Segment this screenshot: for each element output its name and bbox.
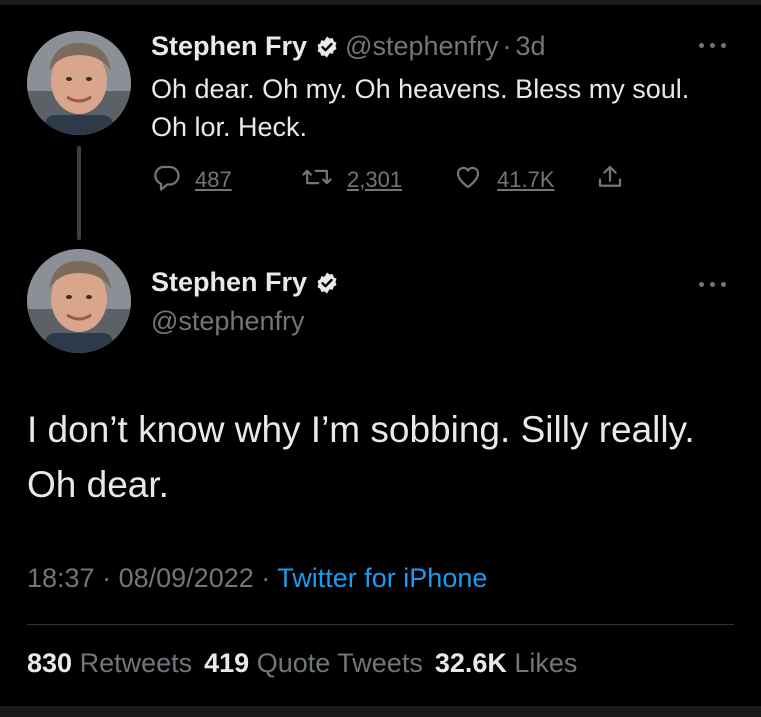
meta-separator: · <box>102 563 112 593</box>
top-edge <box>0 0 761 5</box>
parent-tweet-age[interactable]: 3d <box>516 31 546 61</box>
quote-total: 419 <box>204 648 250 678</box>
parent-handle[interactable]: @stephenfry <box>345 31 498 61</box>
tweet-time[interactable]: 18:37 <box>27 563 95 593</box>
likes-label: Likes <box>514 648 578 678</box>
reply-icon <box>151 162 181 198</box>
like-icon <box>453 162 483 198</box>
like-count: 41.7K <box>497 167 555 192</box>
more-icon[interactable] <box>697 39 729 51</box>
quote-tweets-label: Quote Tweets <box>256 648 423 678</box>
tweet-date[interactable]: 08/09/2022 <box>119 563 254 593</box>
retweet-button[interactable]: 2,301 <box>301 162 402 198</box>
tweet-source-link[interactable]: Twitter for iPhone <box>277 563 487 593</box>
main-tweet-text: I don’t know why I’m sobbing. Silly real… <box>27 409 695 505</box>
parent-separator: · <box>502 31 512 61</box>
parent-display-name[interactable]: Stephen Fry <box>151 31 307 61</box>
quote-tweets-stat[interactable]: 419 Quote Tweets <box>204 648 423 678</box>
more-icon[interactable] <box>697 278 729 290</box>
retweet-total: 830 <box>27 648 73 678</box>
parent-tweet-text: Oh dear. Oh my. Oh heavens. Bless my sou… <box>151 74 690 142</box>
divider <box>27 624 734 625</box>
retweets-stat[interactable]: 830 Retweets <box>27 648 192 678</box>
main-handle[interactable]: @stephenfry <box>151 306 304 337</box>
reply-button[interactable]: 487 <box>151 162 232 198</box>
tweet-metadata: 18:37 · 08/09/2022 · Twitter for iPhone <box>27 563 487 594</box>
bottom-edge <box>0 706 761 717</box>
retweet-icon <box>301 162 333 198</box>
parent-tweet-actions: 487 2,301 41.7K <box>151 162 651 198</box>
verified-badge-icon <box>315 35 339 64</box>
retweet-count: 2,301 <box>347 167 403 192</box>
reply-count: 487 <box>195 167 232 192</box>
likes-stat[interactable]: 32.6K Likes <box>435 648 578 678</box>
meta-separator: · <box>261 563 271 593</box>
parent-tweet-header: Stephen Fry @stephenfry · 3d <box>151 31 546 64</box>
like-total: 32.6K <box>434 648 507 678</box>
share-icon <box>595 162 625 198</box>
like-button[interactable]: 41.7K <box>453 162 555 198</box>
parent-tweet-avatar[interactable] <box>27 31 131 135</box>
main-tweet-name-row: Stephen Fry <box>151 267 345 300</box>
engagement-stats: 830 Retweets 419 Quote Tweets 32.6K Likes <box>27 648 577 679</box>
main-display-name[interactable]: Stephen Fry <box>151 267 307 297</box>
main-tweet-avatar[interactable] <box>27 249 131 353</box>
share-button[interactable] <box>595 162 625 198</box>
verified-badge-icon <box>315 271 339 300</box>
thread-connector-line <box>77 146 81 240</box>
retweets-label: Retweets <box>79 648 193 678</box>
